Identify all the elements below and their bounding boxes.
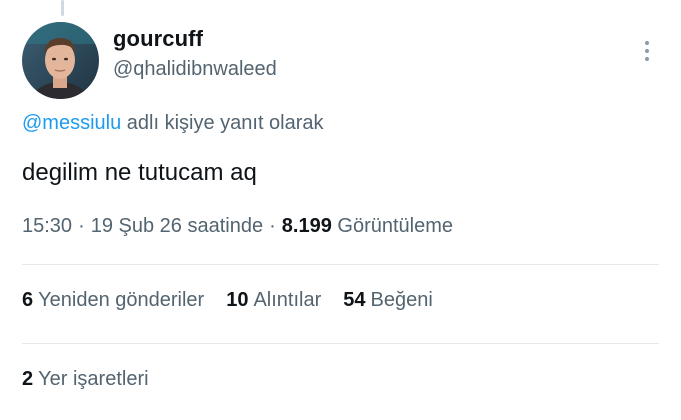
meta-separator: · [78,215,85,237]
tweet-date[interactable]: 19 Şub 26 saatinde [91,215,263,237]
retweets-stat[interactable]: 6 Yeniden gönderiler [22,289,204,312]
quotes-count: 10 [226,289,249,311]
tweet-text: degilim ne tutucam aq [22,159,257,186]
views-count: 8.199 [281,215,332,237]
thread-connector-line [61,0,64,16]
divider [22,264,659,265]
divider [22,343,659,344]
retweets-label: Yeniden gönderiler [38,289,205,311]
author-handle[interactable]: @qhalidibnwaleed [113,58,277,81]
bookmarks-label: Yer işaretleri [38,368,149,390]
bookmarks-stat[interactable]: 2 Yer işaretleri [22,368,149,391]
more-vertical-icon[interactable] [637,36,657,66]
reply-context-text: adlı kişiye yanıt olarak [121,112,324,134]
meta-separator: · [269,215,276,237]
likes-stat[interactable]: 54 Beğeni [343,289,433,312]
reply-context: @messiulu adlı kişiye yanıt olarak [22,112,324,135]
author-display-name[interactable]: gourcuff [113,26,203,52]
more-dot [645,49,649,53]
tweet-meta: 15:30 · 19 Şub 26 saatinde · 8.199 Görüntüle… [22,215,453,238]
likes-count: 54 [343,289,366,311]
more-dot [645,41,649,45]
reply-mention-link[interactable]: @messiulu [22,112,121,134]
author-avatar[interactable] [22,22,99,99]
likes-label: Beğeni [370,289,433,311]
avatar-image [22,22,99,99]
quotes-label: Alıntılar [253,289,322,311]
more-dot [645,57,649,61]
tweet-time[interactable]: 15:30 [22,215,72,237]
quotes-stat[interactable]: 10 Alıntılar [226,289,321,312]
views-label: Görüntüleme [337,215,454,237]
retweets-count: 6 [22,289,34,311]
bookmarks-count: 2 [22,368,34,390]
engagement-stats: 6 Yeniden gönderiler 10 Alıntılar 54 Beğeni [22,289,433,312]
